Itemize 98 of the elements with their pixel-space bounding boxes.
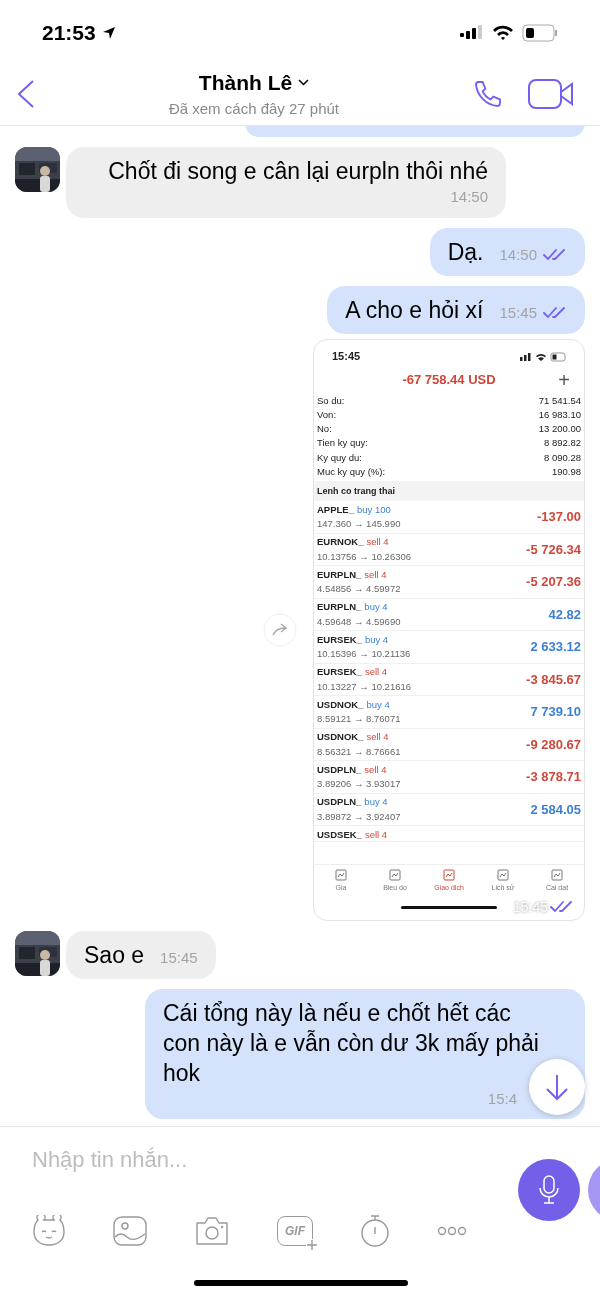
sticker-icon[interactable]	[32, 1215, 66, 1247]
message-time: 14:50	[450, 187, 488, 207]
stat-value: 8 090.28	[544, 450, 581, 465]
trade-symbol: USDPLN_	[317, 762, 362, 777]
trade-symbol: USDSEK_	[317, 828, 362, 843]
stat-label: Muc ky quy (%):	[317, 465, 386, 479]
trade-order: sell 4	[366, 730, 389, 745]
trade-order: buy 4	[364, 795, 388, 810]
trade-order: buy 4	[364, 600, 388, 615]
trade-order: buy 100	[356, 502, 391, 517]
chart-icon	[335, 868, 347, 881]
microphone-icon	[538, 1175, 560, 1205]
trade-profit: 42.82	[548, 605, 581, 624]
image-icon[interactable]	[113, 1216, 147, 1246]
chart-icon	[497, 868, 509, 881]
shared-screenshot[interactable]	[313, 338, 585, 921]
trade-prices: 10.13756 → 10.26306	[317, 549, 412, 564]
message-time: 15:45	[160, 948, 198, 968]
trade-prices: 10.13227 → 10.21616	[317, 679, 412, 694]
trade-order: sell 4	[364, 665, 388, 680]
wifi-icon	[492, 25, 514, 41]
arrow-down-icon	[545, 1073, 569, 1101]
trade-profit: -137.00	[536, 508, 581, 527]
chart-icon	[551, 868, 563, 881]
trade-profit: -9 280.67	[526, 735, 581, 754]
message-text: Dạ.	[447, 237, 484, 267]
stat-label: Ky quy du:	[317, 450, 362, 465]
trade-order: buy 4	[366, 697, 390, 712]
trade-order: sell 4	[366, 535, 389, 550]
trade-symbol: EURSEK_	[317, 632, 362, 647]
stat-value: 190.98	[551, 465, 581, 479]
trade-prices: 8.59121 → 8.76071	[317, 712, 401, 727]
message-text: Chốt đi song e cân lại eurpln thôi nhé	[108, 157, 488, 186]
trade-prices: 147.360 → 145.990	[317, 517, 401, 532]
stat-value: 13 200.00	[538, 422, 581, 437]
location-icon	[101, 26, 116, 40]
trade-prices: 3.89872 → 3.92407	[317, 809, 401, 824]
total-profit: -67 758.44 USD	[402, 370, 496, 389]
message-input[interactable]: Nhập tin nhắn...	[32, 1143, 472, 1176]
trade-symbol: EURSEK_	[317, 665, 362, 680]
message-text: Cái tổng này là nếu e chốt hết các con này là e vẫn còn dư 3k mấy phải hok	[163, 998, 540, 1088]
trade-profit: 7 739.10	[530, 703, 581, 722]
trade-prices: 4.59648 → 4.59690	[317, 614, 401, 629]
battery-icon	[522, 24, 558, 42]
trade-profit: 2 584.05	[530, 800, 581, 819]
trade-prices: 3.89206 → 3.93017	[317, 777, 401, 792]
stat-label: No:	[317, 422, 332, 437]
video-call-icon[interactable]	[528, 77, 574, 110]
trade-order: sell 4	[364, 567, 387, 582]
contact-name[interactable]: Thành Lê	[198, 66, 293, 98]
message-bubble[interactable]: Chốt đi song e cân lại eurpln thôi nhé 14:50	[66, 147, 506, 218]
message-time: 14:50	[499, 245, 537, 265]
section-header: Lenh co trang thai	[314, 481, 584, 502]
trade-order: buy 4	[364, 632, 389, 647]
trade-symbol: EURNOK_	[317, 535, 364, 550]
chart-icon	[389, 868, 401, 881]
last-seen: Đã xem cách đây 27 phút	[168, 99, 340, 119]
message-bubble[interactable]: Sao e 15:45	[66, 930, 216, 979]
message-time: 15:45	[499, 303, 537, 323]
trade-profit: -5 726.34	[526, 540, 581, 559]
add-button[interactable]: +	[558, 369, 570, 390]
status-time: 15:45	[332, 349, 361, 365]
trade-profit: -3 845.67	[526, 670, 581, 689]
stat-value: 16 983.10	[538, 407, 581, 422]
message-bubble[interactable]: A cho e hỏi xí 15:45	[327, 285, 585, 334]
message-text: A cho e hỏi xí	[345, 295, 484, 325]
timer-icon[interactable]	[360, 1214, 390, 1248]
trade-symbol: USDPLN_	[317, 795, 362, 810]
back-icon[interactable]	[16, 78, 36, 109]
trade-symbol: USDNOK_	[317, 730, 364, 745]
stat-value: 71 541.54	[538, 393, 581, 408]
clock: 21:53	[42, 20, 96, 47]
trade-symbol: EURPLN_	[317, 567, 362, 582]
trade-profit: 2 633.12	[530, 638, 581, 657]
more-icon[interactable]	[437, 1226, 467, 1236]
trade-profit: -5 207.36	[526, 573, 581, 592]
stat-label: Tien ky quy:	[317, 436, 368, 451]
message-text: Sao e	[84, 940, 145, 970]
chevron-down-icon[interactable]	[298, 78, 310, 86]
trade-profit: -3 878.71	[526, 768, 581, 787]
camera-icon[interactable]	[194, 1216, 230, 1246]
message-bubble[interactable]: Cái tổng này là nếu e chốt hết các con này là e vẫn còn dư 3k mấy phải hok 15:4	[145, 988, 585, 1119]
message-time: 15:4	[487, 1088, 517, 1109]
stat-value: 8 892.82	[544, 436, 581, 451]
trade-prices: 10.15396 → 10.21136	[317, 647, 411, 662]
stat-label: Von:	[317, 407, 337, 422]
chart-icon	[443, 868, 455, 881]
signal-icon	[460, 25, 484, 41]
trade-order: sell 4	[364, 762, 387, 777]
trade-order: sell 4	[364, 828, 388, 843]
trade-prices: 8.56321 → 8.76661	[317, 744, 401, 759]
stat-label: So du:	[317, 393, 345, 408]
trade-symbol: USDNOK_	[317, 697, 364, 712]
trade-symbol: EURPLN_	[317, 600, 362, 615]
trade-symbol: APPLE_	[317, 502, 354, 517]
message-bubble[interactable]: Dạ. 14:50	[429, 227, 585, 276]
trade-prices: 4.54856 → 4.59972	[317, 582, 401, 597]
status-icons	[520, 351, 566, 362]
